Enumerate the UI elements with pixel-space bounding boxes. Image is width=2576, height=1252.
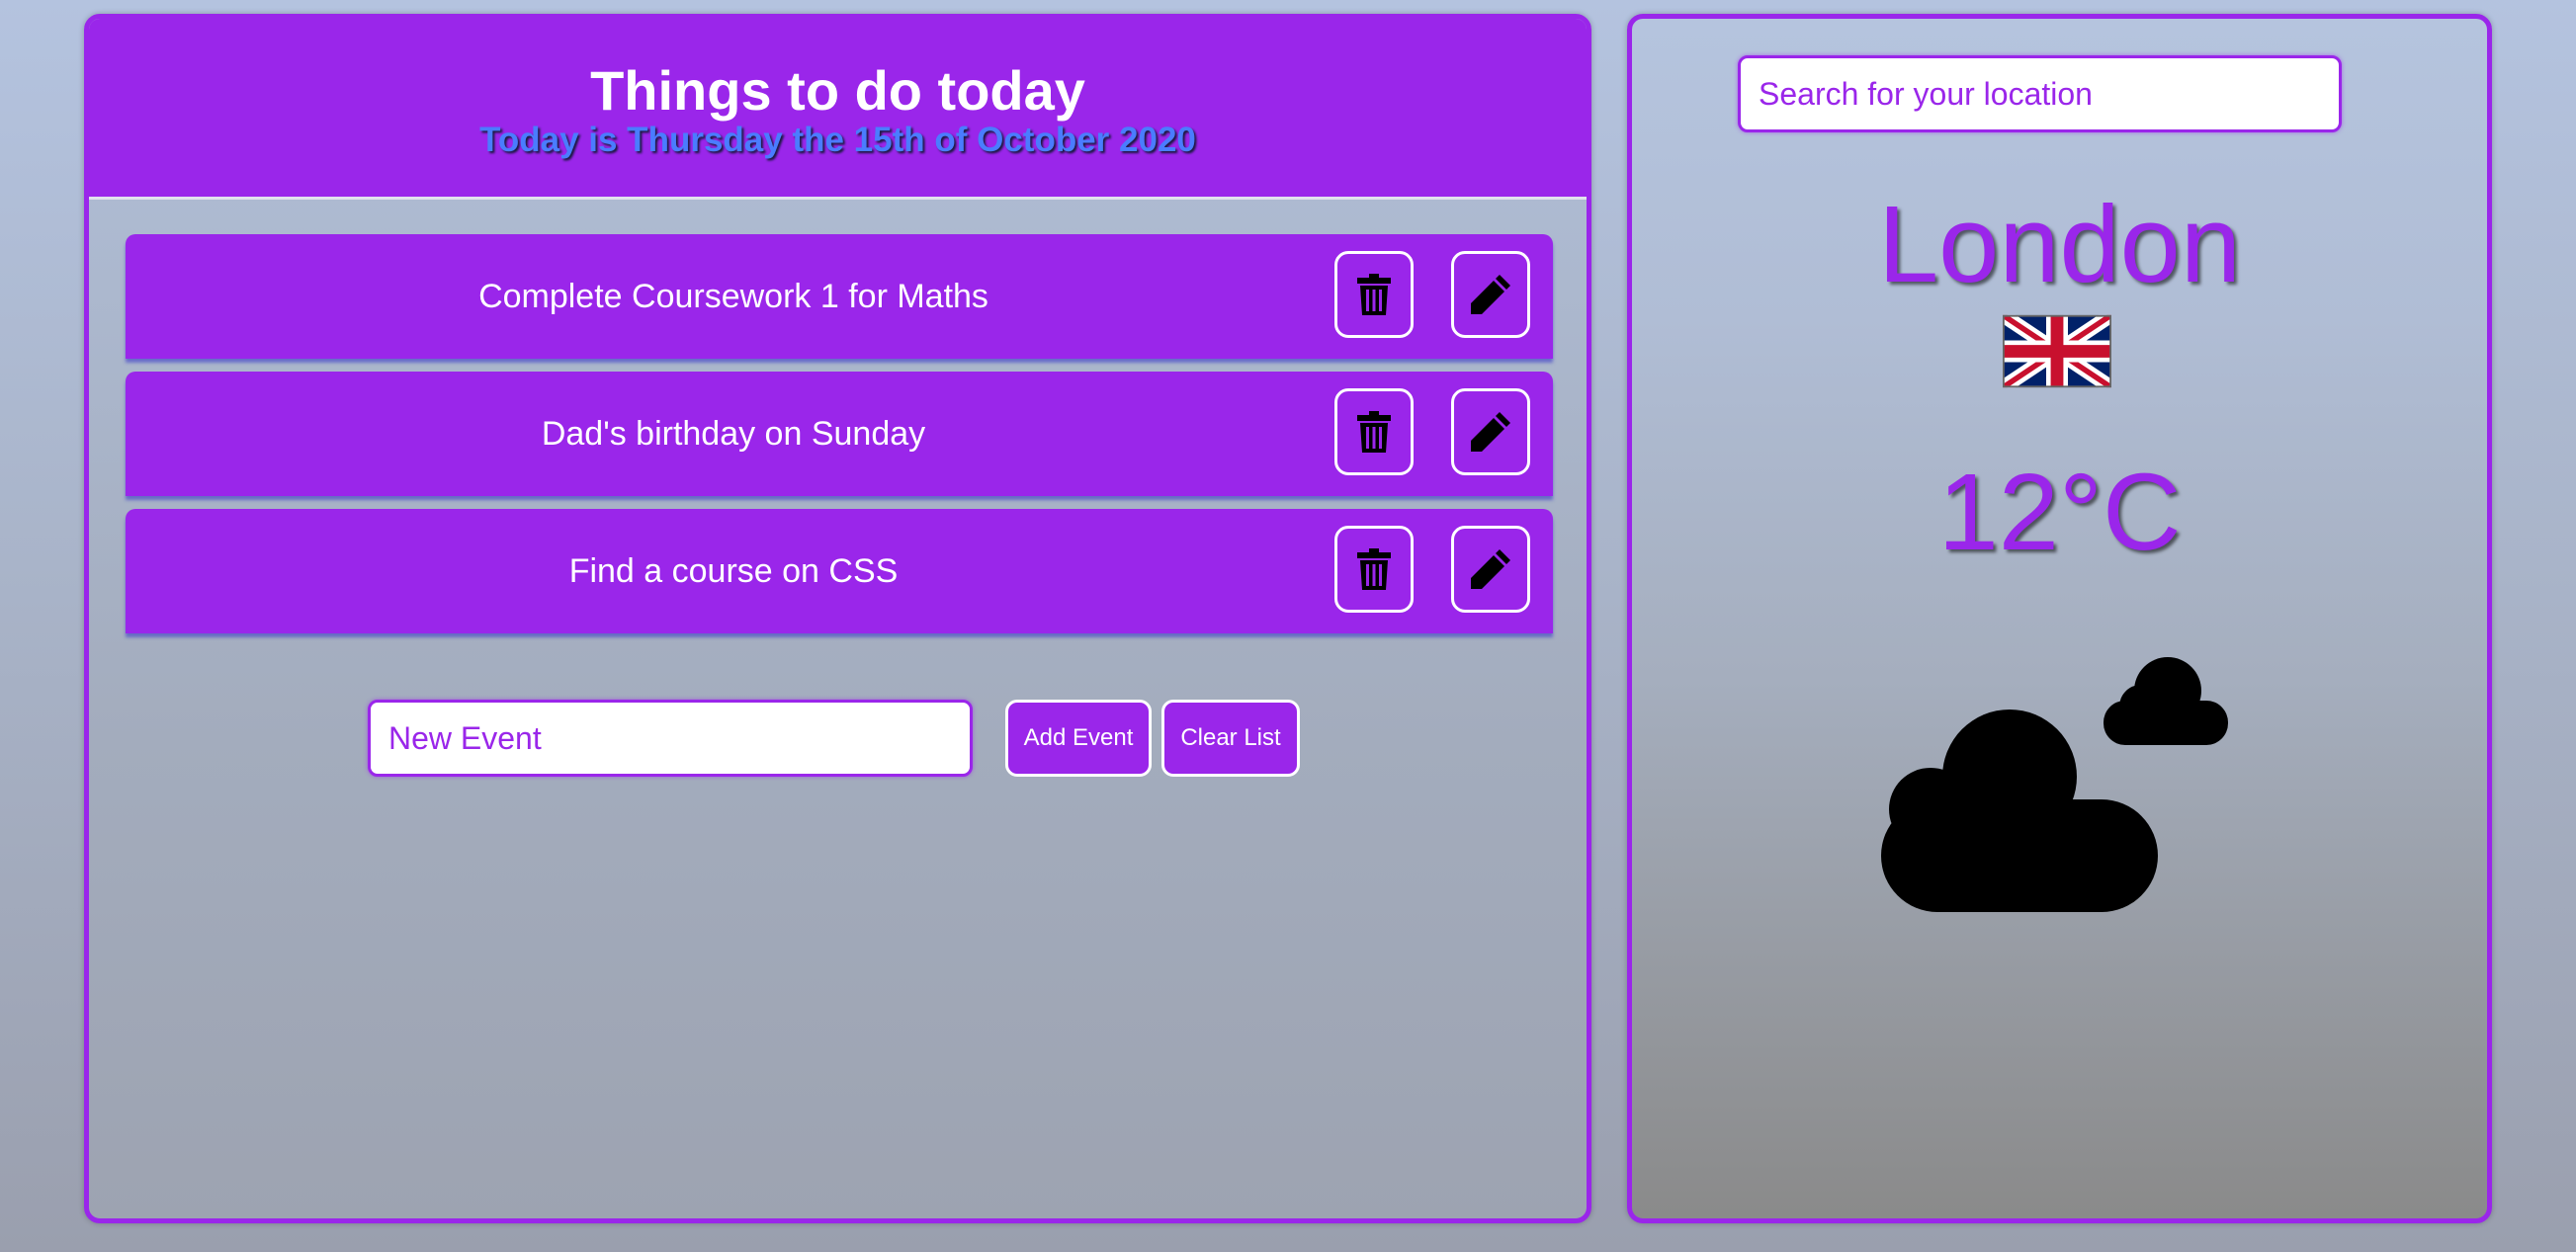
todo-header: Things to do today Today is Thursday the… [89, 19, 1587, 200]
task-item: Find a course on CSS [126, 509, 1553, 633]
task-text: Complete Coursework 1 for Maths [478, 278, 988, 315]
date-line: Today is Thursday the 15th of October 20… [479, 121, 1196, 159]
cloudy-icon [1881, 657, 2228, 912]
edit-task-button[interactable] [1451, 526, 1530, 613]
clear-list-button[interactable]: Clear List [1161, 700, 1300, 777]
page-title: Things to do today [590, 59, 1085, 122]
pencil-icon [1471, 549, 1510, 589]
pencil-icon [1471, 275, 1510, 314]
trash-icon [1357, 548, 1391, 590]
add-event-button[interactable]: Add Event [1005, 700, 1152, 777]
delete-task-button[interactable] [1334, 526, 1414, 613]
edit-task-button[interactable] [1451, 388, 1530, 475]
location-search-input[interactable]: Search for your location [1738, 55, 2342, 132]
trash-icon [1357, 411, 1391, 453]
trash-icon [1357, 274, 1391, 315]
pencil-icon [1471, 412, 1510, 452]
task-text: Find a course on CSS [568, 552, 899, 590]
new-event-input[interactable]: New Event [368, 700, 973, 777]
task-item: Complete Coursework 1 for Maths [126, 234, 1553, 359]
task-item: Dad's birthday on Sunday [126, 372, 1553, 496]
city-name: London [1877, 184, 2242, 305]
temperature: 12°C [1937, 452, 2182, 573]
delete-task-button[interactable] [1334, 251, 1414, 338]
todo-panel: Things to do today Today is Thursday the… [84, 14, 1591, 1223]
edit-task-button[interactable] [1451, 251, 1530, 338]
task-text: Dad's birthday on Sunday [541, 415, 926, 453]
uk-flag-icon [2003, 314, 2111, 388]
delete-task-button[interactable] [1334, 388, 1414, 475]
weather-panel: Search for your location London 12°C [1627, 14, 2492, 1223]
